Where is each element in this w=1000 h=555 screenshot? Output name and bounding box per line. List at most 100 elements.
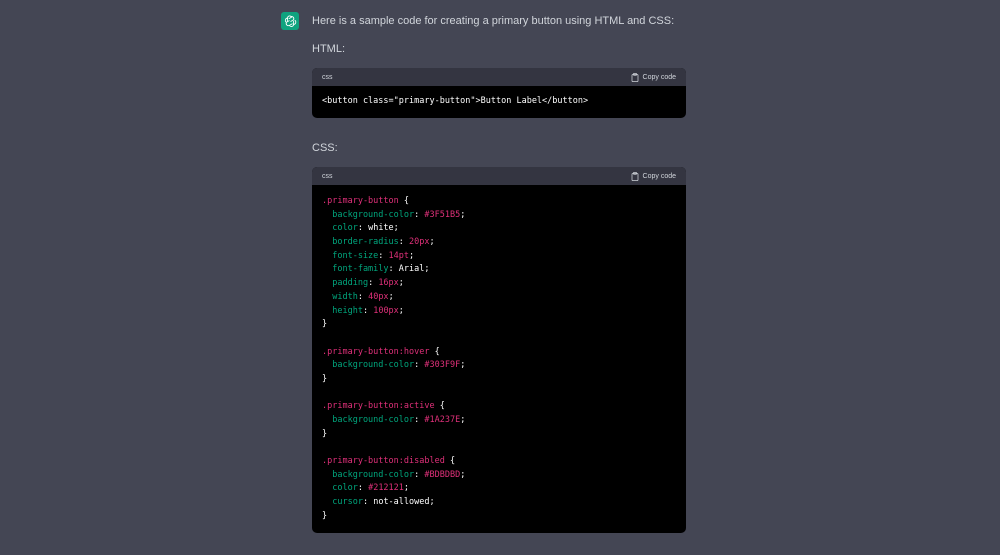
code-token: : [362, 305, 374, 316]
code-token: } [322, 373, 328, 384]
code-line: color: white; [322, 222, 676, 236]
code-line: } [322, 428, 676, 442]
code-token: : [414, 209, 425, 220]
code-line: font-size: 14pt; [322, 250, 676, 264]
code-token: .primary-button [322, 196, 399, 206]
code-token: border-radius [322, 237, 399, 248]
code-token: width [322, 291, 358, 302]
html-label: HTML: [312, 43, 345, 55]
code-token: { [444, 456, 456, 467]
code-token: : [398, 237, 410, 248]
assistant-avatar [281, 12, 299, 30]
code-token: { [434, 401, 445, 412]
code-block-header: css Copy code [312, 167, 686, 185]
code-block-css: css Copy code .primary-button { backgrou… [312, 167, 686, 533]
code-token: background-color [322, 209, 415, 220]
code-line: <button class="primary-button">Button La… [322, 95, 676, 109]
code-token: 40px [368, 291, 389, 302]
code-line: height: 100px; [322, 305, 676, 319]
code-line: background-color: #303F9F; [322, 359, 676, 373]
code-token: } [322, 428, 328, 439]
code-token: : [368, 278, 379, 289]
code-token: not-allowed [373, 497, 430, 508]
code-content: <button class="primary-button">Button La… [312, 86, 686, 109]
code-token: color [322, 223, 358, 234]
code-line: background-color: #1A237E; [322, 414, 676, 428]
code-line: font-family: Arial; [322, 263, 676, 277]
code-line: } [322, 318, 676, 332]
code-token: Arial [398, 264, 425, 275]
code-token: : [378, 250, 389, 261]
code-token: .primary-button:disabled [322, 456, 445, 467]
code-token: 20px [409, 237, 430, 248]
code-line: .primary-button:disabled { [322, 455, 676, 469]
code-line: .primary-button { [322, 195, 676, 209]
code-token: { [429, 346, 440, 357]
code-token: : [357, 483, 369, 494]
code-token: ; [460, 360, 466, 371]
code-token: font-family [322, 264, 389, 275]
code-token: 16px [378, 278, 399, 289]
code-token: } [322, 319, 328, 330]
code-token: background-color [322, 469, 415, 480]
code-token: ; [429, 497, 435, 508]
code-token: background-color [322, 360, 415, 371]
code-language-label: css [322, 172, 333, 180]
code-token: ; [398, 278, 404, 289]
copy-code-button[interactable]: Copy code [631, 72, 676, 82]
code-token: .primary-button:active [322, 401, 435, 412]
code-token: ; [429, 237, 435, 248]
code-token: 14pt [388, 250, 410, 261]
code-token: color [322, 483, 358, 494]
code-token: font-size [322, 250, 379, 261]
code-token: height [322, 305, 363, 316]
code-token: ; [388, 291, 394, 302]
code-token: ; [398, 305, 404, 316]
code-token: #BDBDBD [424, 469, 461, 480]
code-token: cursor [322, 497, 363, 508]
code-line: background-color: #BDBDBD; [322, 469, 676, 483]
intro-text: Here is a sample code for creating a pri… [312, 15, 675, 27]
code-token: ; [460, 209, 466, 220]
code-token: ; [460, 469, 466, 480]
code-token: ; [403, 483, 410, 494]
code-line: border-radius: 20px; [322, 236, 676, 250]
code-token: : [362, 497, 374, 508]
code-block-html: css Copy code <button class="primary-but… [312, 68, 686, 118]
code-token: : [388, 264, 399, 275]
clipboard-icon [631, 72, 638, 82]
copy-code-label: Copy code [642, 172, 676, 180]
code-token: ; [393, 223, 399, 234]
code-token: .primary-button:hover [322, 346, 430, 357]
code-token: #3F51B5 [424, 209, 461, 220]
code-line: .primary-button:hover { [322, 346, 676, 360]
code-token: white [368, 223, 394, 234]
code-token: <button class="primary-button">Button La… [322, 96, 589, 106]
clipboard-icon [631, 171, 638, 181]
code-token: ; [409, 250, 415, 261]
code-line: .primary-button:active { [322, 400, 676, 414]
code-line: background-color: #3F51B5; [322, 209, 676, 223]
code-block-header: css Copy code [312, 68, 686, 86]
code-token: ; [460, 415, 466, 425]
code-line: } [322, 510, 676, 524]
code-token: background-color [322, 415, 415, 425]
code-token: ; [424, 264, 430, 275]
openai-logo-icon [284, 14, 296, 27]
code-line: color: #212121; [322, 482, 676, 496]
code-line: width: 40px; [322, 291, 676, 305]
copy-code-label: Copy code [642, 73, 676, 81]
copy-code-button[interactable]: Copy code [631, 171, 676, 181]
code-token: : [357, 291, 369, 302]
code-language-label: css [322, 73, 333, 81]
code-line: padding: 16px; [322, 277, 676, 291]
code-token: : [414, 469, 425, 480]
code-token: #212121 [368, 483, 404, 494]
code-line: } [322, 373, 676, 387]
css-label: CSS: [312, 142, 338, 154]
code-token: : [414, 415, 425, 425]
code-token: padding [322, 278, 369, 289]
